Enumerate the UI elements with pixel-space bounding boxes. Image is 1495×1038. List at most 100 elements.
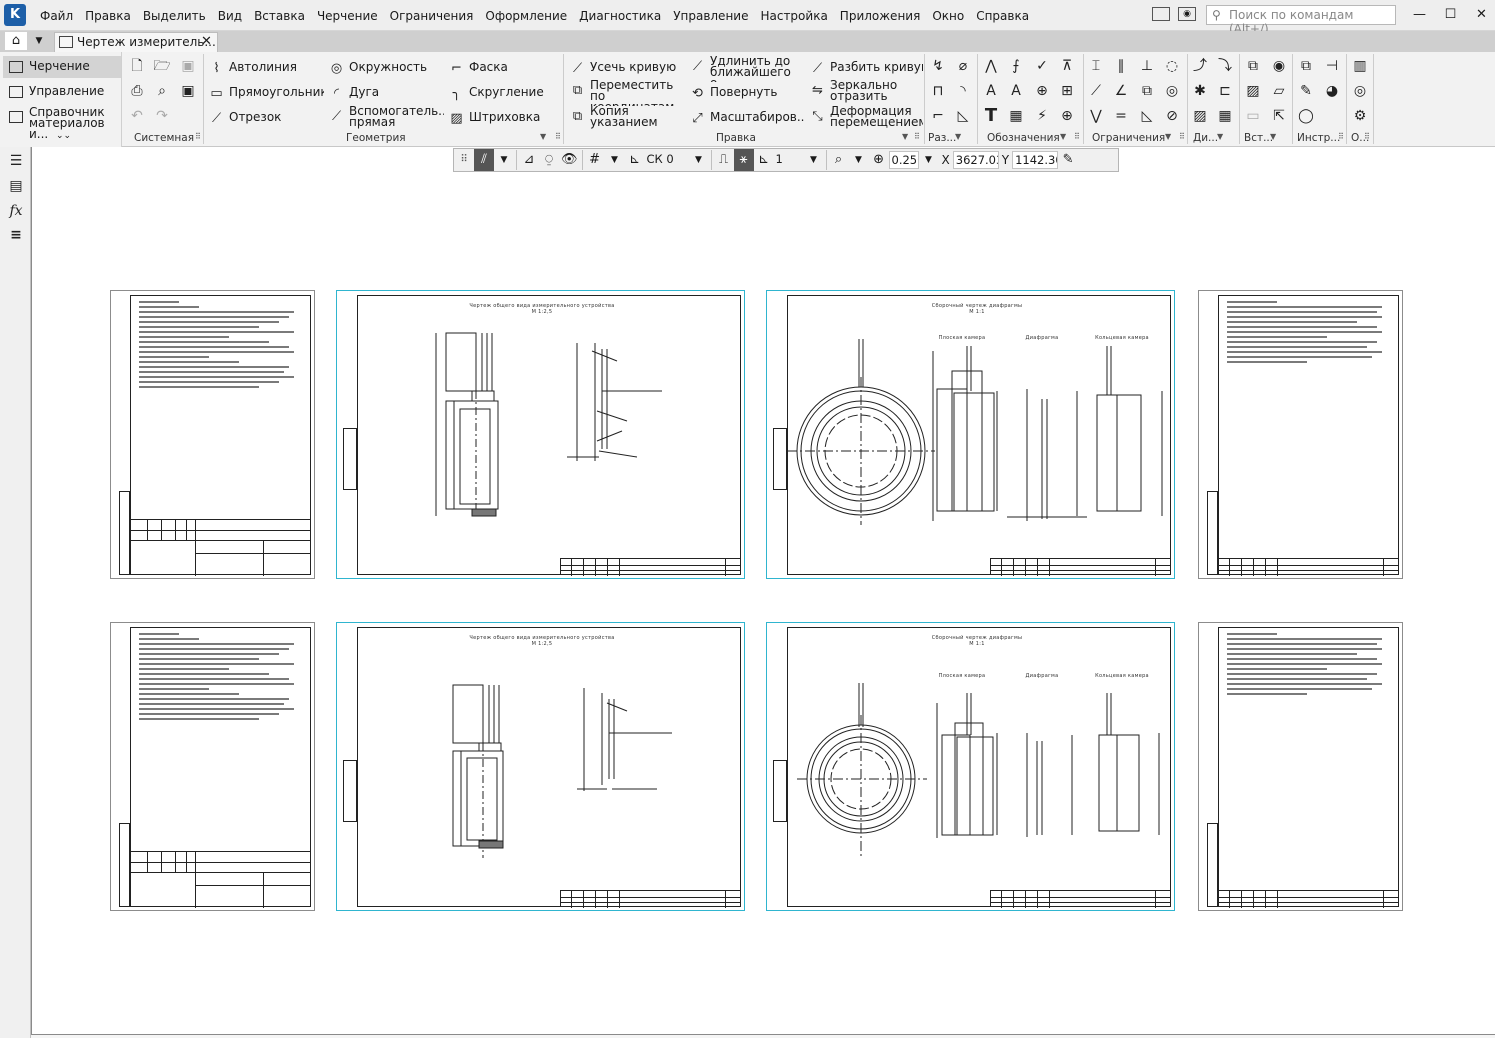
menu-diagnostics[interactable]: Диагностика: [573, 8, 667, 24]
tangent-icon[interactable]: ◌: [1162, 56, 1182, 76]
layer-icon[interactable]: ⊾: [754, 149, 774, 171]
menu-select[interactable]: Выделить: [137, 8, 212, 24]
perpendicular-icon[interactable]: ⊥: [1137, 56, 1157, 76]
menu-management[interactable]: Управление: [667, 8, 754, 24]
toolbar-grip-icon[interactable]: ⠿: [454, 149, 474, 171]
camera-icon[interactable]: ◉: [1178, 7, 1196, 21]
angle-dim-icon[interactable]: ◺: [953, 106, 973, 126]
scale-button[interactable]: ⤢ Масштабиров...: [687, 108, 805, 130]
arc-button[interactable]: ◜ Дуга: [326, 83, 444, 105]
group-constraints-dropdown-icon[interactable]: ▼: [1165, 132, 1171, 141]
group-di-dropdown-icon[interactable]: ▼: [1217, 132, 1223, 141]
mirror-button[interactable]: ⇋ Зеркально отразить: [807, 80, 923, 106]
open-folder-icon[interactable]: 🗁: [152, 56, 172, 76]
mode-materials[interactable]: Справочник материалов и...: [3, 106, 121, 140]
instr-lasso-icon[interactable]: ◯: [1296, 106, 1316, 126]
grid-dropdown-icon[interactable]: ▼: [605, 149, 625, 171]
extend-button[interactable]: ⟋ Удлинить до ближайшего о...: [687, 56, 805, 82]
text-height-icon[interactable]: A: [981, 81, 1001, 101]
aux-line-button[interactable]: ⟋ Вспомогатель... прямая: [326, 106, 444, 132]
instr-copy-icon[interactable]: ⧉: [1296, 56, 1316, 76]
parallel-icon[interactable]: ∥: [1111, 56, 1131, 76]
group-insert-dropdown-icon[interactable]: ▼: [1270, 132, 1276, 141]
insert-link-icon[interactable]: ⇱: [1269, 106, 1289, 126]
close-tab-icon[interactable]: ✕: [201, 34, 212, 49]
fillet-button[interactable]: ╮ Скругление: [446, 83, 556, 105]
zoom-input[interactable]: 0.256: [888, 151, 919, 169]
o-tool-icon[interactable]: ⚙: [1350, 106, 1370, 126]
move-coord-button[interactable]: ⧉ Переместить по координатам: [567, 80, 683, 106]
properties-icon[interactable]: ▤: [6, 176, 26, 196]
diag-check-icon[interactable]: ⤵: [1215, 56, 1235, 76]
group-constraints-settings-icon[interactable]: ⠿: [1179, 132, 1185, 141]
kompas-logo-icon[interactable]: K: [4, 4, 26, 26]
group-edit-settings-icon[interactable]: ⠿: [914, 132, 920, 141]
auto-dim-icon[interactable]: ↯: [928, 56, 948, 76]
minimize-button[interactable]: —: [1404, 6, 1435, 24]
autoline-button[interactable]: ⌇ Автолиния: [206, 58, 324, 80]
chamfer-button[interactable]: ⌐ Фаска: [446, 58, 556, 80]
tree-icon[interactable]: ☰: [6, 151, 26, 171]
sheet-assembly-1[interactable]: Сборочный чертеж диафрагмы М 1:1 Плоская…: [766, 290, 1175, 579]
diag-grid-icon[interactable]: ▦: [1215, 106, 1235, 126]
zoom-dropdown-icon[interactable]: ▼: [919, 149, 939, 171]
insert-doc-icon[interactable]: ▱: [1269, 81, 1289, 101]
y-coordinate-input[interactable]: 1142.307: [1012, 151, 1059, 169]
split-button[interactable]: ⟋ Разбить кривую: [807, 58, 923, 80]
diag-point-icon[interactable]: ⤴: [1190, 56, 1210, 76]
menu-design[interactable]: Оформление: [479, 8, 573, 24]
sheet-general-view-1[interactable]: Чертеж общего вида измерительного устрой…: [336, 290, 745, 579]
trim-button[interactable]: ⟋ Усечь кривую: [567, 58, 683, 80]
diameter-dim-icon[interactable]: ⌀: [953, 56, 973, 76]
menu-constraints[interactable]: Ограничения: [384, 8, 480, 24]
save-icon[interactable]: ▣: [178, 56, 198, 76]
insert-frame-icon[interactable]: ▭: [1243, 106, 1263, 126]
o-settings-icon[interactable]: ◎: [1350, 81, 1370, 101]
layer-select[interactable]: 1: [774, 151, 804, 169]
menu-view[interactable]: Вид: [212, 8, 248, 24]
document-tab[interactable]: Чертеж измеритель... ✕: [54, 32, 218, 52]
symmetric-icon[interactable]: ⧉: [1137, 81, 1157, 101]
visibility-icon[interactable]: 👁: [559, 149, 580, 171]
table-icon[interactable]: ▦: [1006, 106, 1026, 126]
table-layout-icon[interactable]: ⊞: [1057, 81, 1077, 101]
undo-icon[interactable]: ↶: [127, 106, 147, 126]
no-constraint-icon[interactable]: ⊘: [1162, 106, 1182, 126]
home-icon[interactable]: ⌂: [5, 32, 27, 50]
eyedropper-icon[interactable]: ✎: [1058, 149, 1078, 171]
lightning-icon[interactable]: ⚡: [1032, 106, 1052, 126]
expand-icon[interactable]: ⌄⌄: [56, 131, 71, 141]
menu-file[interactable]: Файл: [34, 8, 79, 24]
sheet-general-view-2[interactable]: Чертеж общего вида измерительного устрой…: [336, 622, 745, 911]
text-size-icon[interactable]: A: [1006, 81, 1026, 101]
instr-line-icon[interactable]: ⊣: [1322, 56, 1342, 76]
sheet-text-2[interactable]: [1198, 290, 1403, 579]
group-o-settings-icon[interactable]: ⠿: [1364, 132, 1370, 141]
deform-button[interactable]: ⤡ Деформация перемещением: [807, 106, 923, 132]
snap-dropdown-icon[interactable]: ▼: [494, 149, 514, 171]
sheet-text-3[interactable]: [110, 622, 315, 911]
zoom-icon[interactable]: ⊕: [869, 149, 889, 171]
fix-point-icon[interactable]: ⌶: [1086, 56, 1106, 76]
chain-dim-icon[interactable]: ⌐: [928, 106, 948, 126]
check-icon[interactable]: ✓: [1032, 56, 1052, 76]
chevron-down-icon[interactable]: ▼: [30, 32, 48, 50]
panel-layout-icon[interactable]: [1152, 7, 1170, 21]
sheet-text-4[interactable]: [1198, 622, 1403, 911]
x-coordinate-input[interactable]: 3627.034: [952, 151, 999, 169]
ortho-icon[interactable]: ⊿: [519, 149, 539, 171]
concentric-icon[interactable]: ◎: [1162, 81, 1182, 101]
group-notation-settings-icon[interactable]: ⠿: [1074, 132, 1080, 141]
mode-drawing[interactable]: Черчение: [3, 56, 121, 78]
command-search-input[interactable]: ⚲ Поиск по командам (Alt+/): [1206, 5, 1396, 36]
base-icon[interactable]: ⊼: [1057, 56, 1077, 76]
group-edit-dropdown-icon[interactable]: ▼: [902, 132, 908, 141]
group-system-settings-icon[interactable]: ⠿: [195, 132, 201, 141]
position-icon[interactable]: ⊕: [1032, 81, 1052, 101]
grid-icon[interactable]: #: [585, 149, 605, 171]
diag-frame-icon[interactable]: ⊏: [1215, 81, 1235, 101]
segment-button[interactable]: ⟋ Отрезок: [206, 108, 324, 130]
sheet-text-1[interactable]: [110, 290, 315, 579]
zoom-window-icon[interactable]: ⌕: [829, 149, 849, 171]
menu-drawing[interactable]: Черчение: [311, 8, 384, 24]
